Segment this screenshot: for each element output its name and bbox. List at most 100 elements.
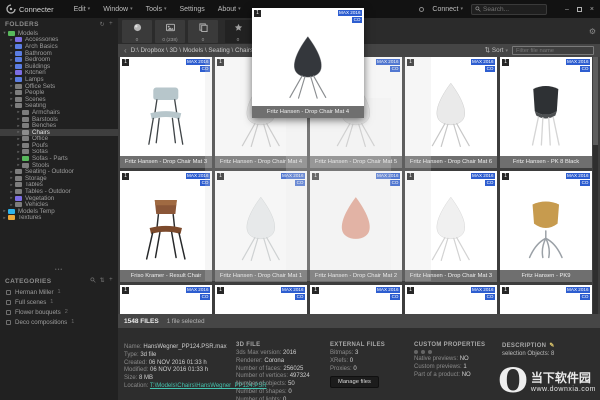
close-button[interactable]: ×	[590, 6, 594, 13]
minimize-button[interactable]: –	[565, 6, 569, 13]
files-count: 1548 FILES	[124, 318, 159, 325]
menu-edit[interactable]: Edit▾	[74, 6, 91, 13]
clipboard-button[interactable]: 0	[188, 20, 218, 43]
asset-tile-r3c5[interactable]: 1MAX 2016CO	[500, 285, 592, 314]
folder-item-textures[interactable]: ▸Textures	[0, 215, 118, 222]
checkbox[interactable]	[6, 300, 11, 305]
folder-item-seating[interactable]: ▾Seating	[0, 103, 118, 110]
max-version-badge: MAX 2016	[471, 173, 495, 179]
add-folder-icon[interactable]: +	[109, 21, 113, 28]
folder-item-models-temp[interactable]: ▸Models Temp	[0, 208, 118, 215]
asset-tile-r3c2[interactable]: 1MAX 2016CO	[215, 285, 307, 314]
asset-tile-r3c4[interactable]: 1MAX 2016CO	[405, 285, 497, 314]
folder-item-lamps[interactable]: ▸Lamps	[0, 76, 118, 83]
category-item-herman-miller[interactable]: Herman Miller1	[0, 287, 118, 297]
checkbox[interactable]	[6, 320, 11, 325]
folder-item-seating-outdoor[interactable]: ▸Seating - Outdoor	[0, 168, 118, 175]
breadcrumb[interactable]: D:\ Dropbox \ 3D \ Models \ Seating \ Ch…	[131, 47, 254, 54]
maximize-button[interactable]	[577, 7, 582, 12]
folder-item-tables-outdoor[interactable]: ▸Tables - Outdoor	[0, 188, 118, 195]
tag-icon[interactable]	[428, 350, 432, 354]
edit-description-icon[interactable]: ✎	[549, 342, 554, 349]
folder-icon	[15, 189, 22, 194]
folder-item-office-sets[interactable]: ▸Office Sets	[0, 83, 118, 90]
category-item-full-scenes[interactable]: Full scenes1	[0, 297, 118, 307]
menu-about[interactable]: About▾	[218, 6, 241, 13]
info-row-bitmaps: Bitmaps: 3	[330, 350, 385, 358]
folder-item-accessories[interactable]: ▸Accessories	[0, 37, 118, 44]
render-sphere-button[interactable]: 0	[122, 20, 152, 43]
folder-item-buildings[interactable]: ▸Buildings	[0, 63, 118, 70]
folder-label: Tables	[25, 182, 43, 189]
folder-item-models[interactable]: ▾Models	[0, 30, 118, 37]
folder-item-sofas-parts[interactable]: ▸Sofas - Parts	[0, 155, 118, 162]
asset-tile-friso-kramer-result-chair[interactable]: 1MAX 2016COFriso Kramer - Result Chair	[120, 171, 212, 282]
connect-button[interactable]: Connect▾	[432, 6, 463, 13]
menu-window[interactable]: Window▾	[103, 6, 132, 13]
folder-item-scenes[interactable]: ▸Scenes	[0, 96, 118, 103]
info-label: Name:	[124, 344, 143, 350]
folder-item-benches[interactable]: ▸Benches	[0, 122, 118, 129]
chevron-right-icon: ▸	[16, 123, 21, 129]
folder-item-storage[interactable]: ▸Storage	[0, 175, 118, 182]
folder-item-arch-basics[interactable]: ▸Arch Basics	[0, 43, 118, 50]
panel-resize-grip[interactable]: •••	[0, 268, 118, 275]
folder-item-office[interactable]: ▸Office	[0, 136, 118, 143]
folder-item-poufs[interactable]: ▸Poufs	[0, 142, 118, 149]
menu-settings[interactable]: Settings	[179, 6, 204, 13]
menu-tools[interactable]: Tools▾	[146, 6, 167, 13]
search-input[interactable]	[483, 6, 543, 13]
search-box[interactable]	[471, 4, 547, 15]
star-button[interactable]: 0	[225, 20, 251, 43]
folder-item-barstools[interactable]: ▸Barstools	[0, 116, 118, 123]
folder-icon	[22, 123, 29, 128]
category-item-deco-compositions[interactable]: Deco compositions1	[0, 317, 118, 327]
gallery-button[interactable]: 0 (238)	[155, 20, 185, 43]
checkbox[interactable]	[6, 310, 11, 315]
folder-item-people[interactable]: ▸People	[0, 89, 118, 96]
add-category-icon[interactable]: +	[109, 277, 113, 285]
asset-tile-fritz-hansen-drop-chair-mat-3[interactable]: 1MAX 2016COFritz Hansen - Drop Chair Mat…	[120, 57, 212, 168]
info-row-number-of-objects: Number of objects: 50	[236, 381, 310, 389]
corona-badge: CO	[485, 294, 495, 300]
refresh-icon[interactable]: ↻	[100, 21, 105, 28]
folder-item-armchairs[interactable]: ▸Armchairs	[0, 109, 118, 116]
categories-search-icon[interactable]	[90, 277, 96, 285]
folder-item-kitchen[interactable]: ▸Kitchen	[0, 70, 118, 77]
chevron-right-icon: ▸	[9, 83, 14, 89]
folder-item-bedroom[interactable]: ▸Bedroom	[0, 56, 118, 63]
categories-sort-icon[interactable]: ⇅	[100, 277, 105, 285]
info-value: 3	[355, 350, 358, 356]
asset-tile-fritz-hansen-pk-8-black[interactable]: 1MAX 2016COFritz Hansen - PK 8 Black	[500, 57, 592, 168]
folder-label: Vehicles	[25, 201, 48, 208]
asset-tile-fritz-hansen-pk9[interactable]: 1MAX 2016COFritz Hansen - PK9	[500, 171, 592, 282]
menu-label: Settings	[179, 6, 204, 13]
asset-tile-r3c3[interactable]: 1MAX 2016CO	[310, 285, 402, 314]
checkbox[interactable]	[6, 290, 11, 295]
folder-item-bathroom[interactable]: ▸Bathroom	[0, 50, 118, 57]
grid-scrollbar[interactable]	[593, 57, 598, 314]
sort-button[interactable]: ⇅ Sort ▾	[485, 47, 508, 54]
folder-icon	[22, 117, 29, 122]
back-button[interactable]: ‹	[124, 45, 127, 56]
info-row-renderer: Renderer: Corona	[236, 358, 310, 366]
folder-item-sofas[interactable]: ▸Sofas	[0, 149, 118, 156]
star-icon[interactable]	[414, 350, 418, 354]
folder-icon	[15, 51, 22, 56]
folder-item-vegetation[interactable]: ▸Vegetation	[0, 195, 118, 202]
folder-item-stools[interactable]: ▸Stools	[0, 162, 118, 169]
corona-badge: CO	[580, 180, 590, 186]
folder-item-chairs[interactable]: ▸Chairs	[0, 129, 118, 136]
scrollbar-thumb[interactable]	[593, 57, 598, 145]
filter-box[interactable]	[512, 46, 594, 55]
filter-input[interactable]	[516, 48, 590, 54]
status-bar: 1548 FILES 1 file selected	[118, 314, 600, 328]
manage-files-button[interactable]: Manage files	[330, 376, 379, 388]
folder-icon	[22, 149, 29, 154]
asset-tile-r3c1[interactable]: 1MAX 2016CO	[120, 285, 212, 314]
folder-item-tables[interactable]: ▸Tables	[0, 182, 118, 189]
view-settings-gear-icon[interactable]: ⚙	[589, 27, 596, 36]
eye-icon[interactable]	[421, 350, 425, 354]
folder-item-vehicles[interactable]: ▸Vehicles	[0, 201, 118, 208]
category-item-flower-bouquets[interactable]: Flower bouquets2	[0, 307, 118, 317]
